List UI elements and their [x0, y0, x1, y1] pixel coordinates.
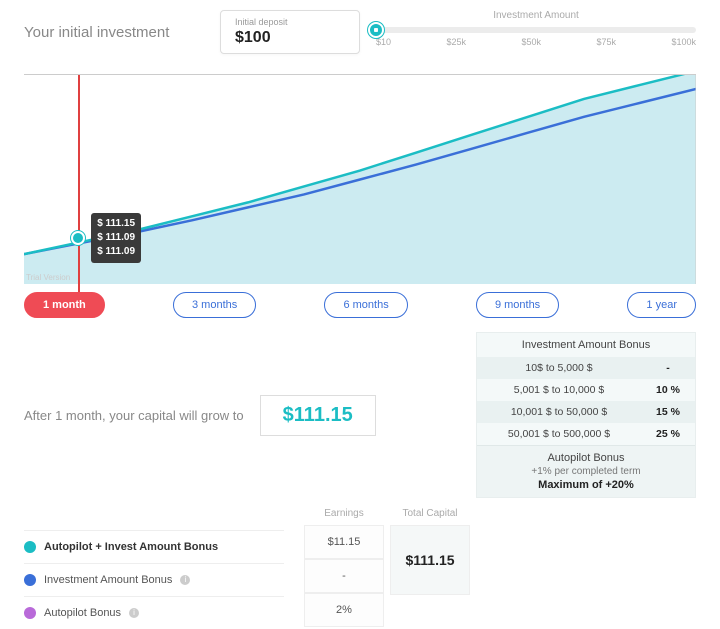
earnings-cell: - — [304, 559, 384, 593]
legend-dot-icon — [24, 607, 36, 619]
legend-item: Investment Amount Bonus i — [24, 563, 284, 596]
bonus-panel: Investment Amount Bonus 10$ to 5,000 $ -… — [476, 332, 696, 498]
info-icon[interactable]: i — [129, 608, 139, 618]
total-column: Total Capital $111.15 — [390, 508, 470, 627]
bonus-range: 10$ to 5,000 $ — [477, 357, 641, 379]
bonus-pct: 15 % — [641, 401, 695, 423]
legend-row: Autopilot + Invest Amount Bonus Investme… — [24, 508, 696, 629]
total-capital-value: $111.15 — [390, 525, 470, 595]
legend-label: Investment Amount Bonus — [44, 574, 172, 586]
legend-column: Autopilot + Invest Amount Bonus Investme… — [24, 508, 284, 629]
header-row: Your initial investment Initial deposit … — [0, 0, 720, 54]
earnings-header: Earnings — [304, 508, 384, 525]
legend-item: Autopilot + Invest Amount Bonus — [24, 530, 284, 563]
tooltip-value: $ 111.09 — [97, 231, 135, 245]
bonus-row: 10$ to 5,000 $ - — [477, 357, 695, 379]
bonus-row: 5,001 $ to 10,000 $ 10 % — [477, 379, 695, 401]
period-btn-1month[interactable]: 1 month — [24, 292, 105, 318]
initial-deposit-label: Initial deposit — [235, 17, 345, 27]
mini-table: Earnings $11.15 - 2% Total Capital $111.… — [304, 508, 470, 627]
bonus-range: 5,001 $ to 10,000 $ — [477, 379, 641, 401]
summary-row: After 1 month, your capital will grow to… — [24, 332, 696, 498]
autopilot-sub: +1% per completed term — [481, 466, 691, 477]
period-selector: 1 month 3 months 6 months 9 months 1 yea… — [24, 292, 696, 318]
slider-track[interactable] — [376, 27, 696, 33]
earnings-cell: $11.15 — [304, 525, 384, 559]
autopilot-max: Maximum of +20% — [481, 479, 691, 491]
period-btn-3months[interactable]: 3 months — [173, 292, 256, 318]
legend-label: Autopilot + Invest Amount Bonus — [44, 541, 218, 553]
autopilot-bonus-box: Autopilot Bonus +1% per completed term M… — [477, 445, 695, 497]
investment-amount-slider[interactable]: Investment Amount $10 $25k $50k $75k $10… — [376, 10, 696, 47]
chart-tooltip: $ 111.15 $ 111.09 $ 111.09 — [91, 213, 141, 263]
chart-watermark: Trial Version — [26, 273, 70, 282]
period-btn-9months[interactable]: 9 months — [476, 292, 559, 318]
growth-value: $111.15 — [260, 395, 376, 436]
autopilot-title: Autopilot Bonus — [481, 452, 691, 464]
initial-deposit-value: $100 — [235, 29, 345, 47]
legend-label: Autopilot Bonus — [44, 607, 121, 619]
slider-tick: $50k — [521, 37, 541, 47]
chart-time-handle[interactable] — [71, 231, 85, 245]
info-icon[interactable]: i — [180, 575, 190, 585]
total-header: Total Capital — [390, 508, 470, 525]
bonus-range: 50,001 $ to 500,000 $ — [477, 423, 641, 445]
bonus-row: 50,001 $ to 500,000 $ 25 % — [477, 423, 695, 445]
earnings-column: Earnings $11.15 - 2% — [304, 508, 384, 627]
chart-time-marker[interactable] — [78, 75, 80, 292]
bonus-panel-title: Investment Amount Bonus — [477, 333, 695, 357]
bonus-pct: 10 % — [641, 379, 695, 401]
growth-chart[interactable]: $ 111.15 $ 111.09 $ 111.09 Trial Version — [24, 74, 696, 284]
slider-tick: $25k — [446, 37, 466, 47]
growth-text: After 1 month, your capital will grow to — [24, 408, 244, 423]
earnings-cell: 2% — [304, 593, 384, 627]
bonus-range: 10,001 $ to 50,000 $ — [477, 401, 641, 423]
bonus-pct: 25 % — [641, 423, 695, 445]
slider-tick: $100k — [671, 37, 696, 47]
bonus-pct: - — [641, 357, 695, 379]
slider-tick: $75k — [596, 37, 616, 47]
period-btn-6months[interactable]: 6 months — [324, 292, 407, 318]
slider-tick: $10 — [376, 37, 391, 47]
period-btn-1year[interactable]: 1 year — [627, 292, 696, 318]
initial-deposit-box[interactable]: Initial deposit $100 — [220, 10, 360, 54]
legend-dot-icon — [24, 574, 36, 586]
legend-item: Autopilot Bonus i — [24, 596, 284, 629]
tooltip-value: $ 111.15 — [97, 217, 135, 231]
bonus-row: 10,001 $ to 50,000 $ 15 % — [477, 401, 695, 423]
slider-thumb[interactable] — [368, 22, 384, 38]
tooltip-value: $ 111.09 — [97, 245, 135, 259]
legend-dot-icon — [24, 541, 36, 553]
slider-label: Investment Amount — [376, 10, 696, 21]
slider-ticks: $10 $25k $50k $75k $100k — [376, 37, 696, 47]
page-title: Your initial investment — [24, 10, 204, 41]
